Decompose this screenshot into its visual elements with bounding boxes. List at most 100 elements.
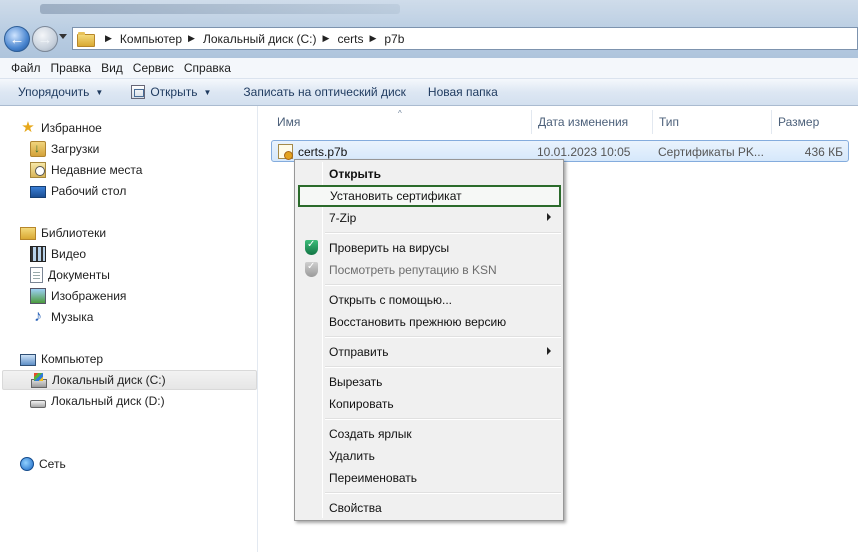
organize-button[interactable]: Упорядочить ▼ [10,81,111,103]
menu-item-cut[interactable]: Вырезать [297,371,561,393]
chevron-right-icon[interactable]: ▶ [188,33,195,44]
certificate-icon [278,144,293,160]
nav-images[interactable]: Изображения [30,286,126,306]
nav-downloads[interactable]: Загрузки [30,139,99,159]
breadcrumb-computer[interactable]: Компьютер [120,32,182,46]
recent-places-icon [30,162,46,178]
submenu-arrow-icon [547,213,551,221]
nav-network-label: Сеть [39,457,66,471]
nav-documents-label: Документы [48,268,110,282]
menu-file[interactable]: Файл [6,61,46,75]
menu-item-copy[interactable]: Копировать [297,393,561,415]
menu-rename-label: Переименовать [329,471,417,485]
forward-button[interactable]: → [32,26,58,52]
music-note-icon: ♪ [34,308,42,325]
nav-libraries-label: Библиотеки [41,226,107,240]
menu-send-to-label: Отправить [329,345,389,359]
menu-edit[interactable]: Правка [46,61,97,75]
menu-view[interactable]: Вид [96,61,128,75]
menu-item-7zip[interactable]: 7-Zip [297,207,561,229]
burn-disc-button[interactable]: Записать на оптический диск [235,81,414,103]
nav-images-label: Изображения [51,289,127,303]
chevron-down-icon: ▼ [95,87,104,97]
chevron-right-icon[interactable]: ▶ [105,33,112,44]
windows-drive-icon [31,372,47,388]
column-header-type[interactable]: Тип [653,110,772,134]
menu-item-rename[interactable]: Переименовать [297,467,561,489]
menu-separator [325,232,561,234]
nav-favorites[interactable]: ★ Избранное [20,118,102,138]
nav-desktop[interactable]: Рабочий стол [30,181,126,201]
nav-documents[interactable]: Документы [30,265,110,285]
recent-pages-dropdown[interactable] [59,34,67,39]
nav-drive-d[interactable]: Локальный диск (D:) [30,391,165,411]
address-bar[interactable]: ▶ Компьютер ▶ Локальный диск (C:) ▶ cert… [72,27,858,50]
nav-network[interactable]: Сеть [20,454,66,474]
menu-separator [325,336,561,338]
menu-properties-label: Свойства [329,501,382,515]
nav-recent-label: Недавние места [51,163,143,177]
nav-drive-c-label: Локальный диск (C:) [52,373,166,387]
new-folder-button[interactable]: Новая папка [420,81,506,103]
folder-icon [77,32,95,47]
menu-item-scan-viruses[interactable]: Проверить на вирусы [297,237,561,259]
menu-separator [325,284,561,286]
file-name: certs.p7b [298,145,348,159]
breadcrumb-certs[interactable]: certs [337,32,363,46]
menu-item-open[interactable]: Открыть [297,163,561,185]
menu-separator [325,418,561,420]
new-folder-label: Новая папка [427,85,498,99]
burn-label: Записать на оптический диск [243,85,406,99]
documents-icon [30,267,43,283]
menu-tools[interactable]: Сервис [128,61,179,75]
nav-video[interactable]: Видео [30,244,86,264]
menu-item-delete[interactable]: Удалить [297,445,561,467]
column-header-size[interactable]: Размер [772,110,852,134]
nav-desktop-label: Рабочий стол [51,184,127,198]
drive-icon [30,399,46,408]
menu-scan-label: Проверить на вирусы [329,241,450,255]
menu-item-restore-previous[interactable]: Восстановить прежнюю версию [297,311,561,333]
sort-ascending-icon: ^ [398,109,402,118]
menu-7zip-label: 7-Zip [329,211,357,225]
breadcrumb-p7b[interactable]: p7b [384,32,404,46]
nav-video-label: Видео [51,247,87,261]
menu-help[interactable]: Справка [179,61,236,75]
antivirus-shield-icon [305,239,318,255]
chevron-down-icon: ▼ [203,87,212,97]
menu-separator [325,492,561,494]
menu-copy-label: Копировать [329,397,394,411]
nav-drive-d-label: Локальный диск (D:) [51,394,165,408]
menu-item-create-shortcut[interactable]: Создать ярлык [297,423,561,445]
file-date: 10.01.2023 10:05 [537,145,631,159]
menu-item-send-to[interactable]: Отправить [297,341,561,363]
command-bar: Упорядочить ▼ Открыть ▼ Записать на опти… [0,79,858,106]
nav-music[interactable]: ♪ Музыка [30,307,93,327]
breadcrumb-drive-c[interactable]: Локальный диск (C:) [203,32,317,46]
network-icon [20,457,34,471]
menu-delete-label: Удалить [329,449,375,463]
nav-drive-c[interactable]: Локальный диск (C:) [2,370,257,390]
nav-recent-places[interactable]: Недавние места [30,160,142,180]
arrow-right-icon: → [37,30,53,48]
column-type-label: Тип [659,115,680,129]
menu-ksn-label: Посмотреть репутацию в KSN [329,263,497,277]
column-header-date[interactable]: Дата изменения [532,110,653,134]
chevron-right-icon[interactable]: ▶ [369,33,376,44]
star-icon: ★ [21,119,35,136]
nav-computer[interactable]: Компьютер [20,349,103,369]
open-label: Открыть [150,85,198,99]
menu-item-ksn-reputation[interactable]: Посмотреть репутацию в KSN [297,259,561,281]
nav-music-label: Музыка [51,310,94,324]
back-button[interactable]: ← [4,26,30,52]
chevron-right-icon[interactable]: ▶ [323,33,330,44]
menu-item-open-with[interactable]: Открыть с помощью... [297,289,561,311]
navigation-pane: ★ Избранное Загрузки Недавние места Рабо… [0,106,258,552]
desktop-icon [30,186,46,198]
menu-item-properties[interactable]: Свойства [297,497,561,519]
open-button[interactable]: Открыть ▼ [123,81,219,103]
menu-item-install-certificate[interactable]: Установить сертификат [298,185,561,207]
submenu-arrow-icon [547,347,551,355]
nav-libraries[interactable]: Библиотеки [20,223,106,243]
ksn-shield-icon [305,261,318,277]
